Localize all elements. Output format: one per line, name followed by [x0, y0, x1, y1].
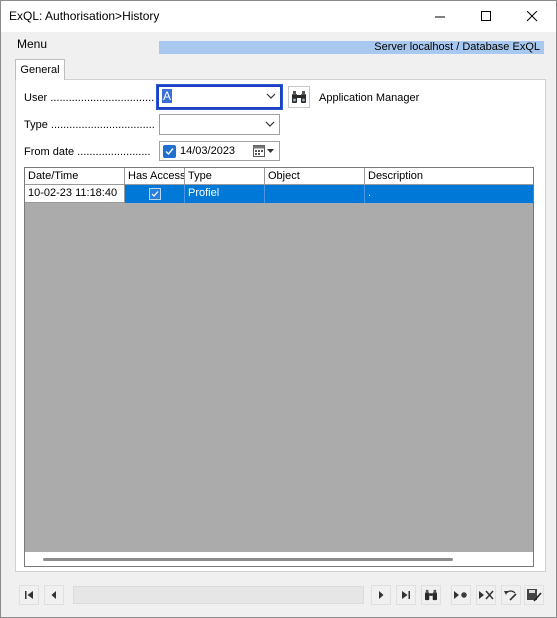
type-label: Type ..................................: [24, 119, 155, 131]
checkmark-icon: [151, 191, 159, 197]
has-access-checkbox[interactable]: [149, 188, 161, 200]
save-edit-icon: [527, 589, 542, 602]
first-record-icon: [25, 591, 33, 599]
calendar-dropdown-icon[interactable]: [253, 145, 275, 157]
record-navigation-bar: [15, 579, 546, 609]
new-record-button[interactable]: [451, 585, 471, 605]
binoculars-icon: [292, 91, 306, 103]
last-record-button[interactable]: [396, 585, 416, 605]
cell-type[interactable]: Profiel: [185, 185, 265, 203]
column-header-has-access[interactable]: Has Access: [125, 168, 185, 185]
checkmark-icon: [165, 148, 174, 156]
from-date-picker[interactable]: 14/03/2023: [159, 141, 280, 161]
from-date-value: 14/03/2023: [180, 145, 236, 157]
table-row[interactable]: 10-02-23 11:18:40 Profiel .: [25, 185, 533, 203]
user-value: A: [162, 89, 173, 103]
main-window: ExQL: Authorisation>History Menu Server …: [0, 0, 557, 618]
column-header-datetime[interactable]: Date/Time: [25, 168, 125, 185]
chevron-down-icon[interactable]: [266, 91, 276, 101]
cell-description[interactable]: .: [365, 185, 533, 203]
record-position-field: [73, 586, 364, 604]
find-user-button[interactable]: [288, 86, 310, 108]
next-record-icon: [379, 591, 384, 599]
server-info-bar: Server localhost / Database ExQL: [159, 41, 544, 54]
new-record-icon: [454, 591, 467, 599]
minimize-icon: [434, 16, 445, 18]
save-record-button[interactable]: [524, 585, 544, 605]
title-bar[interactable]: ExQL: Authorisation>History: [1, 1, 556, 32]
from-date-label: From date ........................: [24, 146, 151, 158]
menu-item-menu[interactable]: Menu: [17, 37, 47, 51]
column-header-object[interactable]: Object: [265, 168, 365, 185]
type-combobox[interactable]: [159, 114, 280, 135]
undo-icon: [504, 590, 517, 601]
previous-record-button[interactable]: [44, 585, 64, 605]
last-record-icon: [402, 591, 410, 599]
horizontal-scrollbar[interactable]: [25, 552, 533, 566]
delete-record-icon: [479, 590, 494, 600]
minimize-button[interactable]: [417, 1, 463, 32]
user-combobox[interactable]: A: [156, 84, 283, 110]
grid-header: Date/Time Has Access Type Object Descrip…: [25, 168, 533, 185]
user-description: Application Manager: [319, 92, 420, 104]
cell-object[interactable]: [265, 185, 365, 203]
close-button[interactable]: [509, 1, 555, 32]
column-header-type[interactable]: Type: [185, 168, 265, 185]
previous-record-icon: [51, 591, 56, 599]
cell-has-access[interactable]: [125, 185, 185, 203]
find-record-button[interactable]: [421, 585, 441, 605]
user-label: User ..................................: [24, 92, 155, 104]
scrollbar-thumb[interactable]: [43, 558, 453, 561]
window-title: ExQL: Authorisation>History: [9, 9, 160, 23]
binoculars-icon: [425, 589, 437, 601]
tab-general-label: General: [20, 64, 60, 76]
cell-datetime[interactable]: 10-02-23 11:18:40: [25, 185, 125, 203]
next-record-button[interactable]: [371, 585, 391, 605]
tab-general[interactable]: General: [15, 59, 65, 80]
server-info-text: Server localhost / Database ExQL: [374, 41, 540, 53]
column-header-description[interactable]: Description: [365, 168, 533, 185]
history-grid[interactable]: Date/Time Has Access Type Object Descrip…: [24, 167, 534, 567]
maximize-icon: [480, 11, 491, 21]
chevron-down-icon[interactable]: [265, 119, 275, 129]
undo-record-button[interactable]: [501, 585, 521, 605]
delete-record-button[interactable]: [476, 585, 496, 605]
first-record-button[interactable]: [19, 585, 39, 605]
maximize-button[interactable]: [463, 1, 509, 32]
close-icon: [526, 11, 537, 22]
from-date-checkbox[interactable]: [163, 145, 176, 158]
